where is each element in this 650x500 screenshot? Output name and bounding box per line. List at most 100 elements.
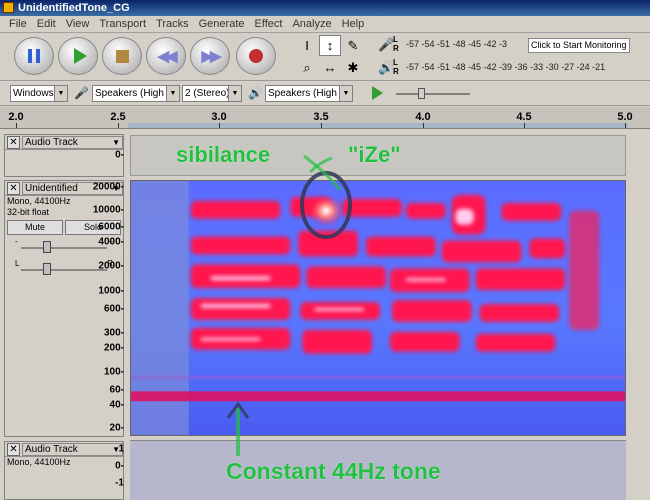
time-tick	[423, 123, 424, 128]
menu-tracks[interactable]: Tracks	[151, 18, 194, 30]
selection-bar[interactable]	[128, 123, 628, 128]
gain-thumb[interactable]	[43, 241, 51, 253]
playback-speed-thumb[interactable]	[418, 88, 425, 99]
zoom-tool[interactable]: ⌕	[296, 57, 318, 78]
sibilance-annotation: sibilance	[176, 142, 271, 167]
close-track-icon[interactable]: ✕	[7, 181, 20, 195]
chevron-down-icon: ▼	[228, 86, 241, 101]
frequency-label: 100-	[103, 366, 124, 378]
menu-analyze[interactable]: Analyze	[287, 18, 336, 30]
time-tick	[118, 123, 119, 128]
track-control-panel: ✕ Audio Track Mono, 44100Hz	[4, 441, 124, 500]
time-shift-icon: ↔	[323, 60, 337, 75]
window-title: UnidentifiedTone_CG	[18, 2, 130, 14]
close-track-icon[interactable]: ✕	[7, 442, 20, 456]
mute-button[interactable]: Mute	[7, 220, 63, 235]
track-header: ✕ Audio Track	[5, 442, 123, 457]
track-header: ✕ Audio Track	[5, 135, 123, 150]
time-tick-label: 2.5	[110, 111, 126, 123]
track-name-menu[interactable]: Audio Track	[22, 442, 123, 456]
record-button[interactable]	[236, 37, 276, 75]
time-tick-label: 2.0	[8, 111, 24, 123]
time-tick	[524, 123, 525, 128]
time-tick-label: 4.5	[516, 111, 532, 123]
audio-host-select[interactable]: Windows I ▼	[10, 85, 68, 102]
audacity-icon	[3, 2, 14, 13]
frequency-label: 300-	[103, 327, 124, 339]
title-bar: UnidentifiedTone_CG	[0, 0, 650, 16]
time-tick-label: 3.5	[313, 111, 329, 123]
stop-button[interactable]	[102, 37, 142, 75]
input-device-select[interactable]: Speakers (High D ▼	[92, 85, 180, 102]
frequency-label: 600-	[103, 303, 124, 315]
envelope-icon: ↕	[326, 38, 334, 53]
time-tick	[625, 123, 626, 128]
pencil-icon: ✎	[347, 37, 359, 53]
microphone-icon: 🎤	[74, 86, 89, 100]
envelope-tool[interactable]: ↕	[319, 35, 341, 56]
menu-effect[interactable]: Effect	[250, 18, 288, 30]
frequency-label: 4000-	[98, 236, 124, 248]
frequency-label: 20-	[109, 422, 124, 434]
menu-file[interactable]: File	[4, 18, 32, 30]
amplitude-label: 1	[118, 443, 124, 455]
pause-button[interactable]	[14, 37, 54, 75]
frequency-label: 20000-	[92, 181, 124, 193]
time-tick-label: 5.0	[617, 111, 633, 123]
close-track-icon[interactable]: ✕	[7, 135, 20, 149]
multi-tool[interactable]: ✱	[342, 57, 364, 78]
time-tick-label: 4.0	[415, 111, 431, 123]
record-meter[interactable]: 🎤 LR -57 -54 -51 -48 -45 -42 -3 Click to…	[376, 35, 650, 57]
menu-transport[interactable]: Transport	[94, 18, 151, 30]
skip-end-icon: ▶▶	[201, 48, 221, 65]
chevron-down-icon: ▼	[339, 86, 352, 101]
amplitude-label: -1	[115, 477, 124, 489]
multi-tool-icon: ✱	[347, 59, 359, 75]
playback-speed-slider[interactable]	[396, 93, 470, 95]
spectrogram-display[interactable]	[130, 180, 626, 436]
selection-tool[interactable]: I	[296, 35, 318, 56]
frequency-label: 6000-	[98, 221, 124, 233]
input-channels-select[interactable]: 2 (Stereo) ▼	[182, 85, 242, 102]
amplitude-label: 0-	[115, 149, 124, 161]
record-meter-scale: -57 -54 -51 -48 -45 -42 -3	[406, 39, 508, 49]
menu-generate[interactable]: Generate	[194, 18, 250, 30]
pause-icon	[28, 49, 40, 63]
speaker-icon: 🔊	[378, 60, 395, 75]
time-tick	[321, 123, 322, 128]
stop-icon	[115, 49, 129, 63]
timeline-ruler[interactable]: 2.0 2.5 3.0 3.5 4.0 4.5 5.0	[0, 107, 650, 129]
speaker-icon: 🔊	[248, 86, 263, 100]
track-name-menu[interactable]: Audio Track	[22, 135, 123, 149]
selection-icon: I	[305, 38, 309, 53]
playback-meter-scale: -57 -54 -51 -48 -45 -42 -39 -36 -33 -30 …	[406, 62, 606, 72]
draw-tool[interactable]: ✎	[342, 35, 364, 56]
pan-thumb[interactable]	[43, 263, 51, 275]
menu-edit[interactable]: Edit	[32, 18, 61, 30]
frequency-label: 2000-	[98, 260, 124, 272]
menu-help[interactable]: Help	[337, 18, 370, 30]
output-device-select[interactable]: Speakers (High D ▼	[265, 85, 353, 102]
menu-view[interactable]: View	[61, 18, 95, 30]
frequency-label: 1000-	[98, 285, 124, 297]
microphone-icon: 🎤	[378, 37, 395, 52]
skip-to-start-button[interactable]: ◀◀	[146, 37, 186, 75]
time-shift-tool[interactable]: ↔	[319, 57, 341, 78]
tools-toolbar: I ↕ ✎ ⌕ ↔ ✱	[296, 35, 366, 79]
frequency-label: 40-	[109, 399, 124, 411]
track-format: Mono, 44100Hz	[7, 457, 71, 467]
play-button[interactable]	[58, 37, 98, 75]
time-tick	[219, 123, 220, 128]
start-monitoring-button[interactable]: Click to Start Monitoring	[528, 38, 630, 53]
chevron-down-icon: ▼	[166, 86, 179, 101]
amplitude-label: 0-	[115, 460, 124, 472]
frequency-label: 10000-	[92, 204, 124, 216]
play-at-speed-icon[interactable]	[372, 86, 383, 100]
skip-start-icon: ◀◀	[157, 48, 177, 65]
zoom-icon: ⌕	[303, 59, 311, 75]
playback-meter[interactable]: 🔊 LR -57 -54 -51 -48 -45 -42 -39 -36 -33…	[376, 58, 650, 80]
skip-to-end-button[interactable]: ▶▶	[190, 37, 230, 75]
play-icon	[73, 48, 87, 64]
meter-lr-label: LR	[393, 58, 399, 76]
tone-annotation: Constant 44Hz tone	[226, 458, 441, 484]
